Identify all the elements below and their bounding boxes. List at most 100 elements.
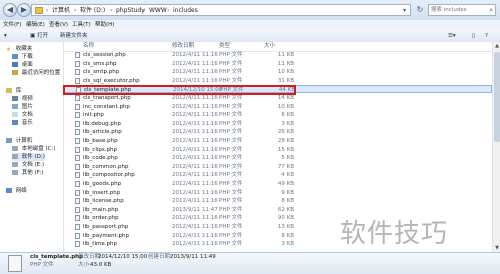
vertical-scrollbar[interactable]: ▲ ▼ (492, 42, 500, 252)
php-file-icon (75, 172, 80, 179)
details-created-label: 创建日期: (148, 254, 172, 260)
nav-item-label: 下载 (21, 54, 33, 60)
breadcrumb-drive-d[interactable]: 软件 (D:) (80, 5, 105, 16)
menu-edit[interactable]: 编辑(E) (26, 20, 45, 30)
file-row[interactable]: init.php 2012/4/11 11:16 PHP 文件 6 KB (64, 111, 492, 119)
file-type: PHP 文件 (219, 120, 243, 127)
nav-item-drive-f[interactable]: 其他 (F:) (12, 169, 43, 177)
file-row[interactable]: cls_smtp.php 2012/4/11 11:16 PHP 文件 10 KB (64, 68, 492, 76)
open-button-label: 打开 (36, 33, 48, 39)
menu-tools[interactable]: 工具(T) (72, 20, 91, 30)
file-row[interactable]: cls_sql_executor.php 2012/4/11 11:16 PHP 文… (64, 77, 492, 85)
file-size: 11 KB (277, 60, 294, 67)
file-row[interactable]: lib_license.php 2012/4/11 11:16 PHP 文件 8 KB (64, 197, 492, 205)
forward-button[interactable]: ▶ (17, 3, 31, 17)
file-row[interactable]: cls_sms.php 2012/4/11 11:16 PHP 文件 11 KB (64, 60, 492, 68)
file-name: lib_common.php (83, 163, 129, 170)
menu-file[interactable]: 文件(F) (3, 20, 21, 30)
dropdown-arrow-icon[interactable]: ▾ (403, 5, 406, 16)
file-date: 2012/4/11 11:16 (172, 103, 218, 110)
nav-item-recent[interactable]: 最近访问的位置 (12, 69, 60, 77)
new-folder-button[interactable]: 新建文件夹 (60, 31, 88, 41)
address-box[interactable]: › 计算机 › 软件 (D:) › phpStudy › WWW › inclu… (31, 4, 411, 16)
file-type: PHP 文件 (219, 189, 243, 196)
file-type: PHP 文件 (219, 138, 243, 144)
nav-libraries[interactable]: 库 (6, 87, 21, 95)
menu-help[interactable]: 帮助(H) (95, 20, 114, 30)
scroll-down-arrow-icon[interactable]: ▼ (493, 244, 500, 252)
scroll-thumb[interactable] (494, 52, 500, 142)
breadcrumb-phpstudy[interactable]: phpStudy (116, 5, 145, 16)
nav-item-label: 文档 (E:) (21, 162, 45, 168)
file-row[interactable]: lib.debug.php 2012/4/11 11:16 PHP 文件 3 KB (64, 120, 492, 128)
details-filename: cls_template.php (30, 254, 84, 260)
nav-item-pictures[interactable]: 图片 (12, 103, 33, 111)
file-type: PHP 文件 (219, 77, 243, 84)
file-row[interactable]: lib_code.php 2012/4/11 11:16 PHP 文件 5 KB (64, 154, 492, 162)
file-row[interactable]: lib_goods.php 2012/4/11 11:16 PHP 文件 49 KB (64, 180, 492, 188)
nav-item-music[interactable]: 音乐 (12, 119, 33, 127)
php-file-icon (75, 138, 80, 144)
search-icon[interactable]: ⌕ (489, 6, 493, 15)
file-row[interactable]: inc_constant.php 2012/4/11 11:16 PHP 文件 10 … (64, 103, 492, 111)
file-date: 2012/4/11 11:16 (172, 181, 218, 187)
file-date: 2012/4/11 11:16 (172, 163, 218, 170)
file-name: lib_main.php (83, 206, 119, 213)
nav-favorites-label: 收藏夹 (15, 46, 33, 52)
nav-network[interactable]: 网络 (6, 187, 27, 195)
file-row[interactable]: lib_clips.php 2012/4/11 11:16 PHP 文件 15 KB (64, 146, 492, 154)
drive-icon (12, 154, 18, 159)
back-button[interactable]: ◀ (3, 3, 17, 17)
file-type: PHP 文件 (219, 60, 243, 67)
column-header-size[interactable]: 大小 (264, 42, 275, 51)
view-options-icon[interactable]: ☰▾ (448, 31, 456, 41)
file-row[interactable]: lib_common.php 2012/4/11 11:16 PHP 文件 77 KB (64, 163, 492, 171)
scroll-up-arrow-icon[interactable]: ▲ (493, 42, 500, 50)
file-row[interactable]: cls_session.php 2012/4/11 11:16 PHP 文件 11 K… (64, 51, 492, 59)
nav-item-downloads[interactable]: 下载 (12, 53, 33, 61)
file-type: PHP 文件 (219, 155, 243, 162)
column-header-type[interactable]: 类型 (219, 42, 230, 51)
breadcrumb-separator-icon: › (167, 7, 170, 14)
refresh-icon[interactable]: ↻ (414, 4, 426, 16)
nav-item-documents[interactable]: 文档 (12, 111, 33, 119)
breadcrumb-computer[interactable]: 计算机 (52, 5, 70, 16)
file-type: PHP 文件 (219, 146, 243, 153)
help-icon[interactable]: ? (485, 31, 488, 41)
nav-item-label: 其他 (F:) (21, 170, 44, 176)
file-name: lib_article.php (83, 129, 122, 136)
video-library-icon (12, 96, 18, 101)
nav-favorites[interactable]: ★ 收藏夹 (6, 45, 32, 53)
nav-item-desktop[interactable]: 桌面 (12, 61, 33, 69)
file-row[interactable]: cls_transport.php 2012/4/11 11:16 PHP 文件 14… (64, 94, 492, 102)
file-size: 9 KB (281, 189, 294, 196)
nav-item-drive-c[interactable]: 本地磁盘 (C:) (12, 145, 55, 153)
nav-item-drive-d[interactable]: 软件 (D:) (12, 153, 45, 161)
picture-library-icon (12, 104, 18, 109)
column-header-date[interactable]: 修改日期 (172, 42, 194, 51)
file-size: 8 KB (281, 198, 294, 205)
breadcrumb-includes[interactable]: includes (173, 5, 198, 16)
drive-icon (12, 170, 18, 175)
preview-pane-icon[interactable]: ▯ (472, 31, 475, 41)
details-created-value: 2013/9/11 11:49 (170, 254, 216, 260)
file-name: lib_code.php (83, 155, 118, 162)
nav-computer-label: 计算机 (15, 138, 33, 144)
breadcrumb-www[interactable]: WWW (149, 5, 167, 16)
nav-item-videos[interactable]: 视频 (12, 95, 33, 103)
file-date: 2012/4/11 11:16 (172, 232, 218, 239)
file-row[interactable]: lib_article.php 2012/4/11 11:16 PHP 文件 26 K… (64, 128, 492, 136)
open-button[interactable]: ▣ 打开 (30, 31, 48, 41)
organize-button[interactable]: ▾ (4, 31, 7, 41)
file-row[interactable]: lib_base.php 2012/4/11 11:16 PHP 文件 28 KB (64, 137, 492, 145)
nav-item-drive-e[interactable]: 文档 (E:) (12, 161, 44, 169)
nav-computer[interactable]: 计算机 (6, 137, 32, 145)
file-size: 10 KB (277, 103, 294, 110)
menu-view[interactable]: 查看(V) (49, 20, 68, 30)
file-row[interactable]: lib_compositor.php 2012/4/11 11:16 PHP 文件 4… (64, 171, 492, 179)
file-row[interactable]: lib_insert.php 2012/4/11 11:16 PHP 文件 9 KB (64, 189, 492, 197)
search-input[interactable] (431, 5, 483, 15)
search-box[interactable]: ⌕ (428, 4, 496, 16)
column-header-name[interactable]: 名称 (83, 42, 94, 51)
nav-item-label: 本地磁盘 (C:) (21, 146, 56, 152)
